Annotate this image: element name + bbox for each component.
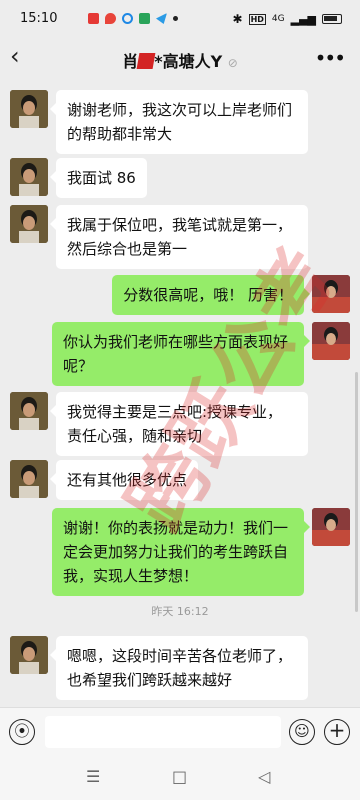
scrollbar[interactable] [355,372,358,612]
message-row: 分数很高呢，哦！ 历害！ [112,275,350,315]
title-censor-mark [136,53,156,69]
message-bubble-received[interactable]: 我面试 86 [50,158,147,198]
message-row: 嗯嗯，这段时间辛苦各位老师了，也希望我们跨跃越来越好 [10,636,308,700]
message-bubble-received[interactable]: 我觉得主要是三点吧:授课专业，责任心强，随和亲切 [50,392,308,456]
emoji-icon[interactable]: ☺ [289,719,315,745]
app-notification-icon [139,13,150,24]
notification-icons [88,13,178,24]
my-avatar[interactable] [312,275,350,313]
battery-icon [322,14,342,24]
contact-avatar[interactable] [10,205,48,243]
location-icon [105,13,116,24]
system-status: ✱ HD 4G ▂▄▆ [232,12,342,26]
app-notification-icon [88,13,99,24]
message-bubble-sent[interactable]: 分数很高呢，哦！ 历害！ [112,275,310,315]
message-row: 我面试 86 [10,158,147,198]
message-row: 还有其他很多优点 [10,460,199,500]
message-timestamp: 昨天 16:12 [151,605,209,618]
system-nav-bar: ☰ □ ◁ [0,755,360,800]
chat-header: ‹ 肖 *高塘人Y ⊘ ••• [0,36,360,80]
message-bubble-received[interactable]: 嗯嗯，这段时间辛苦各位老师了，也希望我们跨跃越来越好 [50,636,308,700]
chat-title: 肖 *高塘人Y ⊘ [0,48,360,72]
bluetooth-icon: ✱ [232,12,243,26]
message-bubble-received[interactable]: 我属于保位吧，我笔试就是第一，然后综合也是第一 [50,205,308,269]
menu-icon[interactable]: ☰ [86,767,100,786]
contact-avatar[interactable] [10,636,48,674]
nav-back-icon[interactable]: ◁ [258,767,270,786]
app-notification-icon [122,13,133,24]
message-bubble-received[interactable]: 还有其他很多优点 [49,460,199,500]
contact-avatar[interactable] [10,460,48,498]
message-bubble-received[interactable]: 谢谢老师，我这次可以上岸老师们的帮助都非常大 [50,90,308,154]
hd-icon: HD [248,13,266,25]
message-input[interactable] [45,716,281,748]
my-avatar[interactable] [312,322,350,360]
send-icon [156,13,167,24]
message-row: 谢谢老师，我这次可以上岸老师们的帮助都非常大 [10,90,308,154]
message-row: 我属于保位吧，我笔试就是第一，然后综合也是第一 [10,205,308,269]
voice-icon[interactable]: ⦿ [9,719,35,745]
more-options-icon[interactable]: ••• [315,46,346,70]
contact-avatar[interactable] [10,90,48,128]
message-row: 谢谢！你的表扬就是动力！我们一定会更加努力让我们的考生跨跃自我，实现人生梦想！ [52,508,350,596]
plus-icon[interactable]: + [324,719,350,745]
mute-icon: ⊘ [227,56,238,70]
input-bar: ⦿ ☺ + [0,707,360,755]
dot-icon [173,16,178,21]
chat-title-suffix: *高塘人Y [154,52,223,71]
network-type: 4G [271,14,285,24]
message-bubble-sent[interactable]: 你认为我们老师在哪些方面表现好呢？ [52,322,310,386]
message-row: 我觉得主要是三点吧:授课专业，责任心强，随和亲切 [10,392,308,456]
contact-avatar[interactable] [10,392,48,430]
status-bar: 15:10 ✱ HD 4G ▂▄▆ [0,0,360,36]
status-time: 15:10 [20,11,58,26]
home-icon[interactable]: □ [172,767,187,786]
message-bubble-sent[interactable]: 谢谢！你的表扬就是动力！我们一定会更加努力让我们的考生跨跃自我，实现人生梦想！ [52,508,310,596]
signal-icon: ▂▄▆ [290,12,316,26]
message-row: 你认为我们老师在哪些方面表现好呢？ [52,322,350,386]
my-avatar[interactable] [312,508,350,546]
contact-avatar[interactable] [10,158,48,196]
